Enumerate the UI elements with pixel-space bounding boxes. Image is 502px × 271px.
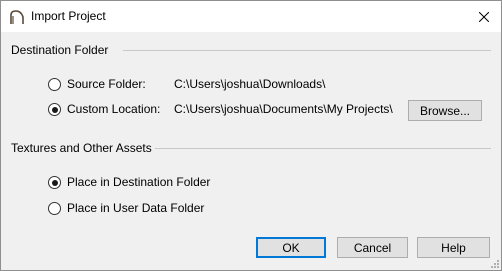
destination-group-label: Destination Folder [11,43,109,57]
place-in-user-data-label[interactable]: Place in User Data Folder [67,201,204,215]
custom-location-path: C:\Users\joshua\Documents\My Projects\ [174,102,393,116]
source-folder-path: C:\Users\joshua\Downloads\ [174,77,326,91]
cancel-button[interactable]: Cancel [337,237,408,258]
source-folder-label[interactable]: Source Folder: [67,77,146,91]
import-project-dialog: Import Project Destination Folder Source… [0,0,502,271]
close-button[interactable] [467,1,501,32]
arc-icon [10,10,24,24]
source-folder-radio[interactable] [48,78,61,91]
close-icon [479,11,489,22]
help-button[interactable]: Help [417,237,490,258]
destination-group-divider [123,50,491,51]
place-in-user-data-radio[interactable] [48,202,61,215]
custom-location-radio[interactable] [48,103,61,116]
browse-button[interactable]: Browse... [408,100,482,121]
title-bar: Import Project [1,1,501,32]
custom-location-label[interactable]: Custom Location: [67,102,160,116]
window-title: Import Project [31,9,106,23]
ok-button[interactable]: OK [256,237,326,258]
textures-group-label: Textures and Other Assets [11,141,152,155]
textures-group-divider [155,148,491,149]
place-in-destination-label[interactable]: Place in Destination Folder [67,175,210,189]
resize-grip-icon[interactable] [490,259,500,269]
place-in-destination-radio[interactable] [48,176,61,189]
